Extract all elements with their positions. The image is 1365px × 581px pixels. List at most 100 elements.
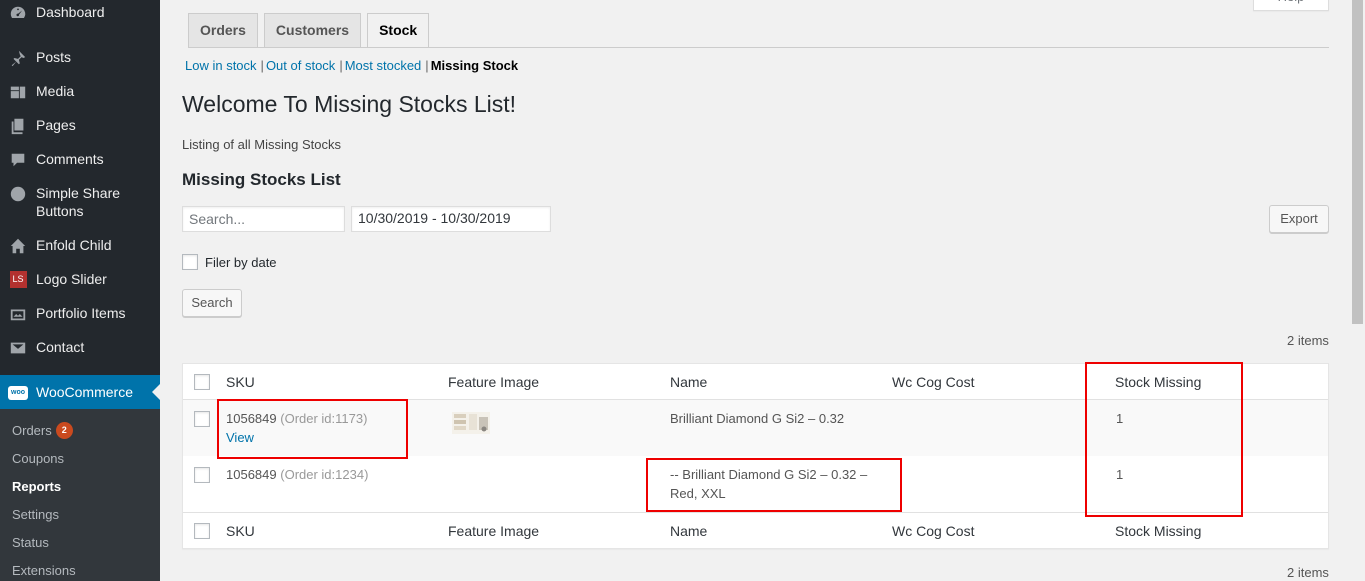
items-count-bottom: 2 items	[1287, 565, 1329, 580]
date-range-input[interactable]: 10/30/2019 - 10/30/2019	[351, 206, 551, 232]
column-stock-missing[interactable]: Stock Missing	[1115, 523, 1201, 539]
menu-label: Simple Share Buttons	[36, 185, 121, 219]
menu-posts[interactable]: Posts	[0, 48, 160, 67]
subnav-separator: |	[260, 58, 264, 73]
items-count-top: 2 items	[1287, 333, 1329, 348]
page-scrollbar[interactable]	[1350, 0, 1365, 581]
submenu-coupons[interactable]: Coupons	[12, 450, 64, 468]
link-out-of-stock[interactable]: Out of stock	[266, 58, 335, 73]
mail-icon	[0, 338, 36, 357]
submenu-reports[interactable]: Reports	[12, 478, 61, 496]
menu-pages[interactable]: Pages	[0, 116, 160, 135]
stock-subnav: Low in stock | Out of stock | Most stocked | M…	[185, 58, 518, 73]
comment-icon	[0, 150, 36, 169]
menu-label: Logo Slider	[36, 271, 107, 287]
select-all-checkbox[interactable]	[194, 374, 210, 390]
menu-simple-share-buttons[interactable]: Simple Share Buttons	[0, 184, 160, 220]
pages-icon	[0, 116, 36, 135]
menu-enfold-child[interactable]: Enfold Child	[0, 236, 160, 255]
menu-portfolio-items[interactable]: Portfolio Items	[0, 304, 160, 323]
subnav-separator: |	[425, 58, 429, 73]
name-line-2: Red, XXL	[670, 486, 726, 501]
submenu-status[interactable]: Status	[12, 534, 49, 552]
menu-label: Portfolio Items	[36, 305, 126, 321]
stock-missing-cell: 1	[1116, 411, 1124, 426]
view-link[interactable]: View	[226, 430, 254, 445]
menu-label: Contact	[36, 339, 85, 355]
column-sku[interactable]: SKU	[226, 374, 255, 390]
order-id: (Order id:1234)	[280, 467, 369, 482]
submenu-extensions[interactable]: Extensions	[12, 562, 76, 580]
column-wc-cog-cost[interactable]: Wc Cog Cost	[892, 374, 974, 390]
subnav-separator: |	[339, 58, 343, 73]
column-wc-cog-cost[interactable]: Wc Cog Cost	[892, 523, 974, 539]
menu-woocommerce[interactable]: woo WooCommerce	[0, 375, 160, 409]
menu-comments[interactable]: Comments	[0, 150, 160, 169]
export-button[interactable]: Export	[1269, 205, 1329, 233]
missing-stocks-table: SKU Feature Image Name Wc Cog Cost Stock…	[182, 363, 1329, 549]
column-name[interactable]: Name	[670, 374, 707, 390]
report-tabs: Orders Customers Stock	[188, 13, 430, 48]
column-name[interactable]: Name	[670, 523, 707, 539]
current-menu-arrow	[152, 384, 160, 400]
menu-dashboard[interactable]: Dashboard	[0, 3, 160, 22]
menu-label: WooCommerce	[36, 384, 133, 400]
table-row: 1056849 (Order id:1173) View Brilliant D…	[183, 400, 1328, 456]
orders-count-badge: 2	[55, 422, 73, 439]
scrollbar-thumb[interactable]	[1352, 0, 1363, 324]
stock-missing-cell: 1	[1116, 467, 1124, 482]
column-sku[interactable]: SKU	[226, 523, 255, 539]
share-icon	[0, 184, 36, 203]
dashboard-icon	[0, 3, 36, 22]
tab-divider	[188, 47, 1329, 48]
submenu-settings[interactable]: Settings	[12, 506, 59, 524]
main-content: Help Orders Customers Stock Low in stock…	[160, 0, 1350, 581]
table-row: 1056849 (Order id:1234) -- Brilliant Dia…	[183, 456, 1328, 512]
list-title: Missing Stocks List	[182, 170, 341, 189]
page-title: Welcome To Missing Stocks List!	[182, 91, 517, 117]
search-button[interactable]: Search	[182, 289, 242, 317]
name-line-1: -- Brilliant Diamond G Si2 – 0.32 –	[670, 467, 868, 482]
product-thumbnail	[452, 412, 490, 434]
filter-by-date-checkbox[interactable]	[182, 254, 198, 270]
menu-label: Media	[36, 83, 75, 99]
sku-cell: 1056849 (Order id:1173) View	[226, 409, 367, 447]
menu-label: Pages	[36, 117, 76, 133]
tab-orders[interactable]: Orders	[188, 13, 258, 47]
order-id: (Order id:1173)	[280, 411, 368, 426]
row-checkbox[interactable]	[194, 411, 210, 427]
table-footer-row: SKU Feature Image Name Wc Cog Cost Stock…	[183, 512, 1328, 548]
menu-label: Enfold Child	[36, 237, 112, 253]
menu-logo-slider[interactable]: LS Logo Slider	[0, 270, 160, 288]
ls-icon: LS	[0, 270, 36, 288]
search-input[interactable]	[182, 206, 345, 232]
tab-customers[interactable]: Customers	[263, 13, 362, 47]
page-description: Listing of all Missing Stocks	[182, 137, 341, 152]
help-tab[interactable]: Help	[1253, 0, 1329, 11]
portfolio-icon	[0, 304, 36, 323]
admin-sidebar: Dashboard Posts Media Pages Comments Sim…	[0, 0, 160, 581]
select-all-checkbox[interactable]	[194, 523, 210, 539]
name-cell: Brilliant Diamond G Si2 – 0.32	[670, 411, 845, 426]
menu-contact[interactable]: Contact	[0, 338, 160, 357]
woo-icon: woo	[0, 385, 36, 400]
column-stock-missing[interactable]: Stock Missing	[1115, 374, 1201, 390]
menu-label: Posts	[36, 49, 72, 65]
column-feature-image: Feature Image	[448, 374, 540, 390]
menu-media[interactable]: Media	[0, 82, 160, 101]
sku-value: 1056849	[226, 467, 277, 482]
media-icon	[0, 82, 36, 101]
table-header-row: SKU Feature Image Name Wc Cog Cost Stock…	[183, 364, 1328, 400]
link-low-in-stock[interactable]: Low in stock	[185, 58, 257, 73]
woocommerce-submenu: Orders 2 Coupons Reports Settings Status …	[0, 409, 160, 581]
tab-stock[interactable]: Stock	[367, 13, 430, 48]
row-checkbox[interactable]	[194, 467, 210, 483]
menu-label: Comments	[36, 151, 104, 167]
submenu-orders[interactable]: Orders 2	[12, 422, 73, 440]
name-cell: -- Brilliant Diamond G Si2 – 0.32 – Red,…	[670, 465, 880, 503]
current-missing-stock: Missing Stock	[430, 58, 519, 73]
menu-label: Dashboard	[36, 4, 105, 20]
link-most-stocked[interactable]: Most stocked	[345, 58, 422, 73]
sku-value: 1056849	[226, 411, 277, 426]
sku-cell: 1056849 (Order id:1234)	[226, 465, 368, 484]
